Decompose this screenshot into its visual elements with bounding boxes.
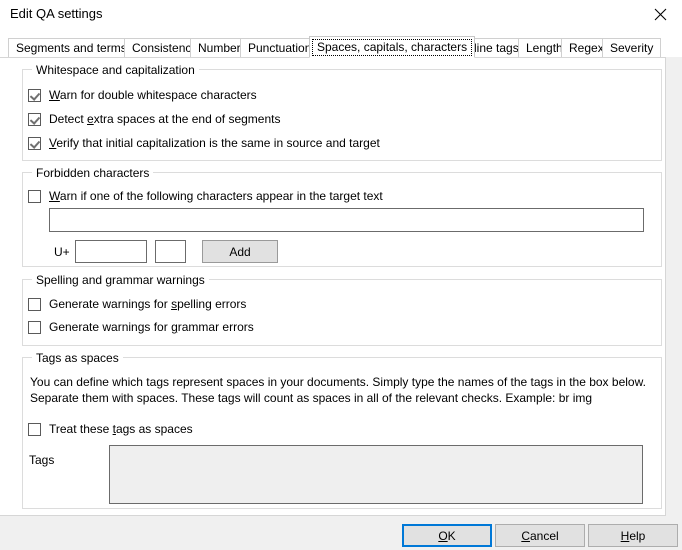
checkbox-label: Generate warnings for grammar errors xyxy=(49,320,254,334)
accel-char: W xyxy=(49,189,60,203)
checkbox-box[interactable] xyxy=(28,297,41,311)
label-text: pelling errors xyxy=(177,297,247,311)
group-title: Tags as spaces xyxy=(32,351,123,365)
checkbox-treat-tags-as-spaces[interactable]: Treat these tags as spaces xyxy=(28,422,193,436)
unicode-character-preview-input[interactable] xyxy=(155,240,186,263)
tags-textarea[interactable] xyxy=(109,445,643,504)
label-text-before: Generate warnings for xyxy=(49,297,172,311)
tab-spaces-capitals-characters[interactable]: Spaces, capitals, characters xyxy=(309,36,476,58)
checkbox-label: Generate warnings for spelling errors xyxy=(49,297,246,311)
label-text: rammar errors xyxy=(177,320,254,334)
checkbox-label: Warn for double whitespace characters xyxy=(49,88,257,102)
tab-segments-and-terms[interactable]: Segments and terms xyxy=(8,38,135,57)
tab-label: Severity xyxy=(610,41,654,55)
tab-label: Spaces, capitals, characters xyxy=(317,40,468,54)
label-text-before: Generate warnings for xyxy=(49,320,172,334)
checkbox-box[interactable] xyxy=(28,112,41,126)
checkbox-verify-initial-capitalization[interactable]: Verify that initial capitalization is th… xyxy=(28,136,380,150)
ok-button[interactable]: OK xyxy=(402,524,492,547)
close-button[interactable] xyxy=(638,0,682,29)
unicode-prefix-label: U+ xyxy=(54,245,70,259)
checkbox-box[interactable] xyxy=(28,320,41,334)
accel-char: O xyxy=(438,528,448,543)
tab-label: Length xyxy=(526,41,563,55)
description-line-2: with spaces. These tags will count as sp… xyxy=(112,391,593,405)
checkbox-box[interactable] xyxy=(28,136,41,150)
group-title: Whitespace and capitalization xyxy=(32,63,199,77)
ok-button-label: OK xyxy=(438,529,455,543)
label-text-before: Treat these xyxy=(49,422,113,436)
cancel-button[interactable]: Cancel xyxy=(495,524,585,547)
close-icon xyxy=(654,8,667,21)
label-text: ancel xyxy=(529,528,559,543)
group-title: Forbidden characters xyxy=(32,166,154,180)
add-button-label: Add xyxy=(229,244,251,259)
label-text-before: Detect xyxy=(49,112,88,126)
label-text: ags as spaces xyxy=(115,422,193,436)
checkbox-box[interactable] xyxy=(28,189,41,203)
checkbox-warn-forbidden-characters[interactable]: Warn if one of the following characters … xyxy=(28,189,383,203)
tab-label: Regex xyxy=(569,41,604,55)
checkbox-warn-double-whitespace[interactable]: Warn for double whitespace characters xyxy=(28,88,257,102)
tags-field-label: Tags xyxy=(29,453,55,467)
group-spelling-and-grammar-warnings: Spelling and grammar warnings xyxy=(22,273,662,346)
help-button-label: Help xyxy=(621,529,646,543)
checkbox-generate-grammar-warnings[interactable]: Generate warnings for grammar errors xyxy=(28,320,254,334)
help-button[interactable]: Help xyxy=(588,524,678,547)
unicode-codepoint-input[interactable] xyxy=(75,240,147,263)
checkbox-box[interactable] xyxy=(28,422,41,436)
accel-char: g xyxy=(171,320,178,334)
tab-strip: Segments and terms Consistency Numbers P… xyxy=(0,36,682,58)
label-text: elp xyxy=(629,528,646,543)
tab-punctuation[interactable]: Punctuation xyxy=(240,38,320,57)
label-text: K xyxy=(447,528,456,543)
checkbox-detect-extra-spaces[interactable]: Detect extra spaces at the end of segmen… xyxy=(28,112,280,126)
accel-char: W xyxy=(49,88,60,102)
panel-right-gutter xyxy=(666,57,682,516)
tab-severity[interactable]: Severity xyxy=(602,38,662,57)
add-forbidden-character-button[interactable]: Add xyxy=(202,240,278,263)
tab-label: Consistency xyxy=(132,41,198,55)
tab-label: Segments and terms xyxy=(16,41,127,55)
label-text: arn for double whitespace characters xyxy=(59,88,257,102)
label-text: erify that initial capitalization is the… xyxy=(56,136,380,150)
tags-as-spaces-description: You can define which tags represent spac… xyxy=(30,374,655,406)
tab-label: Punctuation xyxy=(248,41,312,55)
title-bar: Edit QA settings xyxy=(0,0,682,30)
edit-qa-settings-dialog: Edit QA settings Segments and terms Cons… xyxy=(0,0,682,550)
checkbox-label: Detect extra spaces at the end of segmen… xyxy=(49,112,280,126)
window-title: Edit QA settings xyxy=(10,6,103,21)
checkbox-label: Treat these tags as spaces xyxy=(49,422,193,436)
checkbox-generate-spelling-warnings[interactable]: Generate warnings for spelling errors xyxy=(28,297,246,311)
checkbox-box[interactable] xyxy=(28,88,41,102)
checkbox-label: Verify that initial capitalization is th… xyxy=(49,136,380,150)
checkbox-label: Warn if one of the following characters … xyxy=(49,189,383,203)
label-text: arn if one of the following characters a… xyxy=(59,189,383,203)
accel-char: e xyxy=(87,112,94,126)
accel-char: C xyxy=(521,528,530,543)
group-title: Spelling and grammar warnings xyxy=(32,273,209,287)
label-text: xtra spaces at the end of segments xyxy=(93,112,281,126)
cancel-button-label: Cancel xyxy=(521,529,558,543)
forbidden-characters-input[interactable] xyxy=(49,208,644,232)
